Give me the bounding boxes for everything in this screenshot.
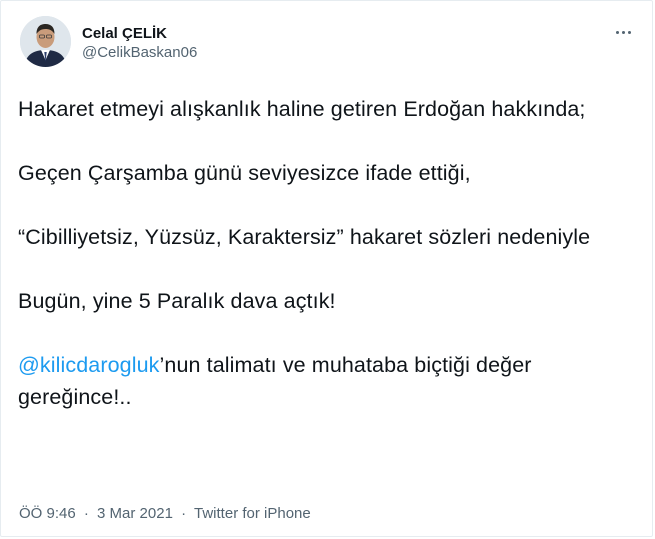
tweet-header: Celal ÇELİK @CelikBaskan06 [17,16,638,74]
profile-photo-icon [20,16,71,67]
tweet-metadata: ÖÖ 9:46 · 3 Mar 2021 · Twitter for iPhon… [19,504,311,524]
user-handle[interactable]: @CelikBaskan06 [82,43,197,62]
avatar[interactable] [20,16,71,67]
mention-link[interactable]: @kilicdarogluk [18,353,160,377]
more-dot [615,30,619,34]
tweet-text: Hakaret etmeyi alışkanlık haline getiren… [18,93,628,413]
tweet-paragraph: Geçen Çarşamba günü seviyesizce ifade et… [18,161,471,185]
more-dot [621,30,625,34]
meta-separator: · [181,505,187,522]
tweet-paragraph: “Cibilliyetsiz, Yüzsüz, Karaktersiz” hak… [18,225,591,249]
tweet-paragraph: @kilicdarogluk’nun talimatı ve muhataba … [18,349,628,413]
author-info[interactable]: Celal ÇELİK @CelikBaskan06 [82,24,197,62]
tweet-paragraph: Bugün, yine 5 Paralık dava açtık! [18,289,336,313]
tweet-date[interactable]: 3 Mar 2021 [97,505,173,522]
tweet-card: Celal ÇELİK @CelikBaskan06 Hakaret etmey… [0,0,653,537]
more-dot [627,30,631,34]
tweet-paragraph: Hakaret etmeyi alışkanlık haline getiren… [18,97,586,121]
tweet-source[interactable]: Twitter for iPhone [194,505,311,522]
more-options-icon[interactable] [612,25,634,39]
meta-separator: · [83,505,89,522]
display-name[interactable]: Celal ÇELİK [82,24,197,43]
tweet-time[interactable]: ÖÖ 9:46 [19,505,76,522]
